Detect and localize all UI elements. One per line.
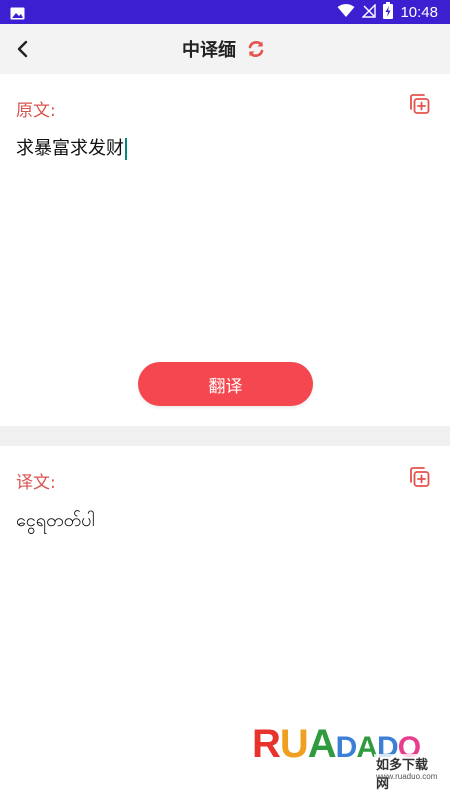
source-panel: 原文: 求暴富求发财 翻译 bbox=[0, 74, 450, 426]
result-label: 译文: bbox=[16, 473, 56, 493]
section-divider bbox=[0, 426, 450, 446]
source-input-text: 求暴富求发财 bbox=[16, 138, 124, 159]
refresh-icon bbox=[248, 41, 264, 57]
result-copy-button[interactable] bbox=[406, 464, 432, 490]
text-caret bbox=[125, 138, 127, 160]
no-signal-icon bbox=[361, 2, 377, 22]
battery-charging-icon bbox=[383, 1, 394, 23]
source-input[interactable]: 求暴富求发财 bbox=[16, 134, 127, 160]
status-icons: 10:48 bbox=[337, 1, 438, 23]
watermark-url: www.ruaduo.com bbox=[376, 772, 438, 781]
source-label: 原文: bbox=[16, 101, 56, 121]
source-copy-button[interactable] bbox=[406, 91, 432, 117]
watermark-logo: RUADADO 如多下载网 www.ruaduo.com bbox=[252, 720, 442, 792]
app-header: 中译缅 bbox=[0, 24, 450, 74]
translate-button[interactable]: 翻译 bbox=[138, 362, 313, 406]
swap-language-button[interactable] bbox=[244, 37, 268, 61]
result-text: ငွေရတတ်ပါ bbox=[16, 510, 95, 531]
page-title: 中译缅 bbox=[182, 40, 236, 61]
copy-add-icon bbox=[410, 467, 430, 487]
status-time: 10:48 bbox=[400, 3, 438, 21]
copy-add-icon bbox=[410, 94, 430, 114]
wifi-icon bbox=[337, 3, 355, 22]
status-bar: 10:48 bbox=[0, 0, 450, 24]
image-icon bbox=[10, 5, 25, 20]
